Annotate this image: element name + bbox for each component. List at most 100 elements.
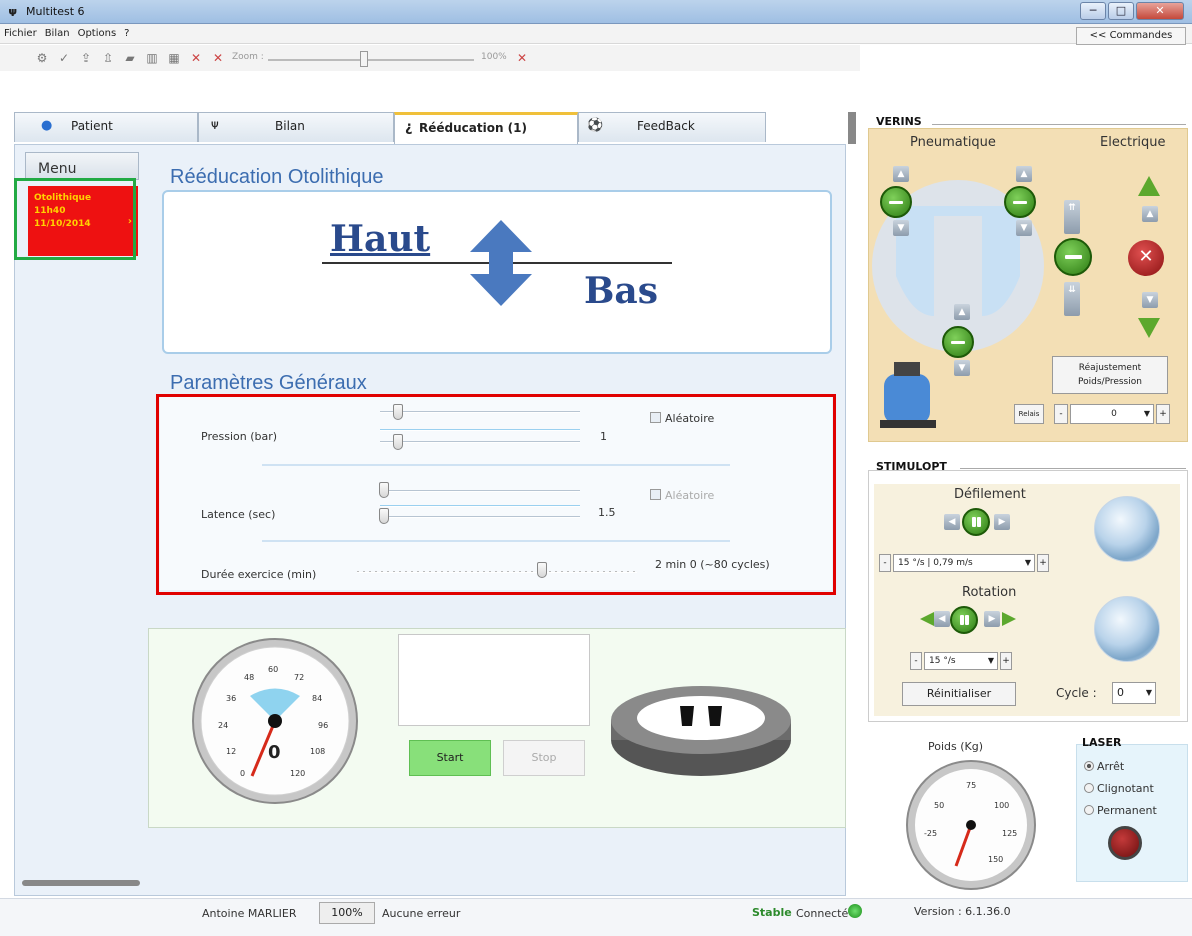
verins-minus-button[interactable]: - (1054, 404, 1068, 424)
rotation-pause-button[interactable] (950, 606, 978, 634)
pneu-left-up-arrow[interactable]: ▲ (893, 166, 909, 182)
reinitialiser-button[interactable]: Réinitialiser (902, 682, 1016, 706)
pneu-bottom-down-arrow[interactable]: ▼ (954, 360, 970, 376)
close-button[interactable]: ✕ (1136, 2, 1184, 20)
commands-button[interactable]: << Commandes (1076, 27, 1186, 45)
toolbar: ⚙ ✓ ⇪ ⇫ ▰ ▥ ▦ ✕ ✕ Zoom : 100% ✕ (0, 45, 860, 71)
cancel-all-icon[interactable]: ✕ (210, 50, 226, 66)
pneu-right-up-arrow[interactable]: ▲ (1016, 166, 1032, 182)
folder-icon[interactable]: ▰ (122, 50, 138, 66)
up-down-arrow-icon (470, 220, 532, 306)
tab-reeducation[interactable]: ¿ Rééducation (1) (394, 112, 578, 144)
reajustement-button[interactable]: Réajustement Poids/Pression (1052, 356, 1168, 394)
menu-button[interactable]: Menu (25, 152, 139, 180)
gauge-tick-108: 108 (310, 747, 325, 756)
gauge-tick-96: 96 (318, 721, 328, 730)
electric-stop-button[interactable]: ✕ (1128, 240, 1164, 276)
pneu-left-down-arrow[interactable]: ▼ (893, 220, 909, 236)
defilement-minus-button[interactable]: - (879, 554, 891, 572)
verins-value-combo[interactable]: 0 ▼ (1070, 404, 1154, 424)
stop-button[interactable]: Stop (503, 740, 585, 776)
maximize-button[interactable]: □ (1108, 2, 1134, 20)
delete-icon[interactable]: ▥ (144, 50, 160, 66)
laser-arret-label: Arrêt (1097, 760, 1125, 773)
defilement-prev-button[interactable]: ◀ (944, 514, 960, 530)
all-down-arrow[interactable]: ⇊ (1064, 282, 1080, 316)
defilement-plus-button[interactable]: + (1037, 554, 1049, 572)
pneumatique-label: Pneumatique (910, 135, 996, 150)
defilement-pause-button[interactable] (962, 508, 990, 536)
laser-option-permanent[interactable]: Permanent (1084, 804, 1157, 817)
report-icon[interactable]: ▦ (166, 50, 182, 66)
defilement-next-button[interactable]: ▶ (994, 514, 1010, 530)
relais-button[interactable]: Relais (1014, 404, 1044, 424)
connect-icon[interactable]: ⚙ (34, 50, 50, 66)
cycle-label: Cycle : (1056, 686, 1097, 700)
pneu-left-button[interactable] (880, 186, 912, 218)
tab-bilan[interactable]: ᴪ Bilan (198, 112, 394, 142)
electric-down-button[interactable]: ▼ (1142, 292, 1158, 308)
verins-plus-button[interactable]: + (1156, 404, 1170, 424)
import-icon[interactable]: ⇪ (78, 50, 94, 66)
zoom-slider-thumb[interactable] (360, 51, 368, 67)
tab-patient[interactable]: ● Patient (14, 112, 198, 142)
feet-icon: ᴪ (211, 118, 219, 133)
panel-splitter[interactable] (848, 112, 856, 144)
zoom-label: Zoom : (232, 52, 264, 62)
defilement-label: Défilement (954, 487, 1026, 502)
all-pneumatic-button[interactable] (1054, 238, 1092, 276)
minimize-button[interactable]: ─ (1080, 2, 1106, 20)
radio-selected-icon[interactable] (1084, 761, 1094, 771)
laser-permanent-label: Permanent (1097, 804, 1157, 817)
pneu-right-button[interactable] (1004, 186, 1036, 218)
all-up-arrow[interactable]: ⇈ (1064, 200, 1080, 234)
electric-up-icon (1138, 176, 1160, 196)
electric-up-button[interactable]: ▲ (1142, 206, 1158, 222)
start-button[interactable]: Start (409, 740, 491, 776)
cycle-combo[interactable]: 0 ▼ (1112, 682, 1156, 704)
speedometer-gauge: 0 12 24 36 48 60 72 84 96 108 120 0 (192, 638, 358, 804)
rotation-combo[interactable]: 15 °/s ▼ (924, 652, 998, 670)
check-icon[interactable]: ✓ (56, 50, 72, 66)
zoom-button[interactable]: 100% (319, 902, 375, 924)
rotation-right-icon (1002, 612, 1016, 626)
menu-options[interactable]: Options (74, 24, 121, 39)
cancel-icon[interactable]: ✕ (188, 50, 204, 66)
gauge-tick-120: 120 (290, 769, 305, 778)
export-icon[interactable]: ⇫ (100, 50, 116, 66)
rotation-minus-button[interactable]: - (910, 652, 922, 670)
menu-bilan[interactable]: Bilan (41, 24, 74, 39)
gauge-tick-12: 12 (226, 747, 236, 756)
zoom-slider-track[interactable] (268, 59, 474, 61)
laser-option-arret[interactable]: Arrêt (1084, 760, 1124, 773)
radio-icon[interactable] (1084, 805, 1094, 815)
menu-bar: Fichier Bilan Options? (0, 24, 1192, 44)
radio-icon[interactable] (1084, 783, 1094, 793)
poids-tick-100: 100 (994, 801, 1009, 810)
params-highlight-box (156, 394, 836, 595)
laser-button[interactable] (1108, 826, 1142, 860)
rotation-prev-button[interactable]: ◀ (934, 611, 950, 627)
tab-feedback[interactable]: ⚽ FeedBack (578, 112, 766, 142)
log-textbox[interactable] (398, 634, 590, 726)
laser-option-clignotant[interactable]: Clignotant (1084, 782, 1154, 795)
defilement-value: 15 °/s | 0,79 m/s (898, 558, 973, 568)
laser-title: LASER (1082, 736, 1122, 749)
menu-help[interactable]: ? (120, 24, 133, 39)
menu-fichier[interactable]: Fichier (0, 24, 41, 39)
pneu-bottom-up-arrow[interactable]: ▲ (954, 304, 970, 320)
poids-tick-50: 50 (934, 801, 944, 810)
defilement-combo[interactable]: 15 °/s | 0,79 m/s ▼ (893, 554, 1035, 572)
rotation-label: Rotation (962, 585, 1017, 600)
horizontal-scrollbar[interactable] (22, 880, 140, 886)
zoom-reset-icon[interactable]: ✕ (514, 50, 530, 66)
pneu-right-down-arrow[interactable]: ▼ (1016, 220, 1032, 236)
dropdown-arrow-icon: ▼ (1145, 688, 1152, 697)
rotation-plus-button[interactable]: + (1000, 652, 1012, 670)
laser-clignotant-label: Clignotant (1097, 782, 1154, 795)
rotation-next-button[interactable]: ▶ (984, 611, 1000, 627)
session-highlight-box (14, 178, 136, 260)
version-label: Version : 6.1.36.0 (914, 905, 1011, 918)
window-title: Multitest 6 (26, 5, 85, 18)
pneu-bottom-button[interactable] (942, 326, 974, 358)
